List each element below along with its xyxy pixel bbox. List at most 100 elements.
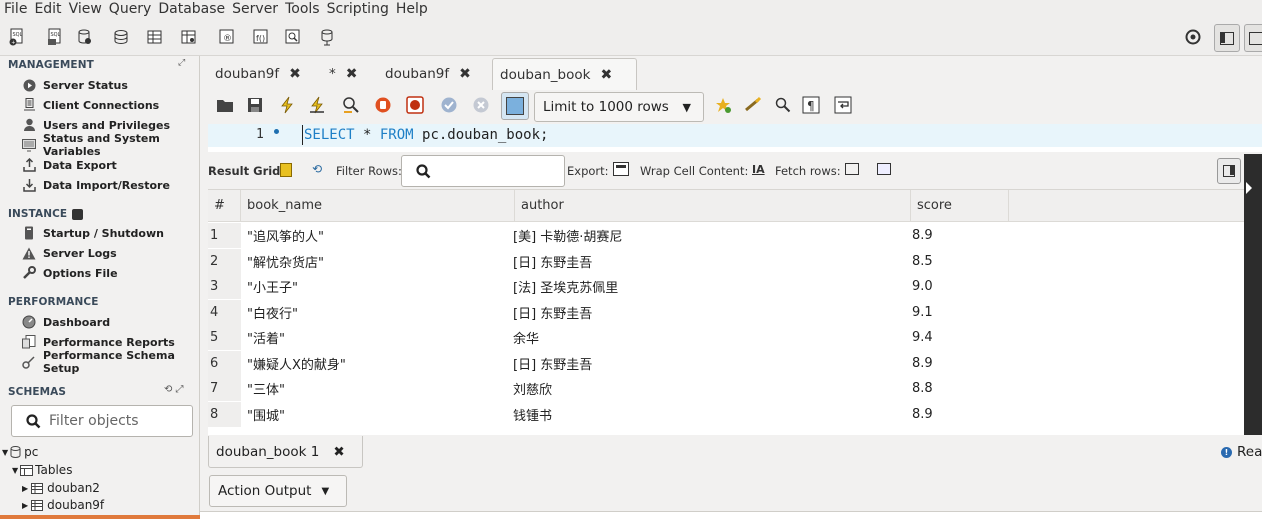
row-number[interactable]: 4	[208, 299, 241, 325]
expand-arrow-icon[interactable]: ▶	[22, 484, 28, 493]
cell-score[interactable]: 9.0	[910, 274, 1009, 299]
sidebar-item-dashboard[interactable]: Dashboard	[22, 313, 110, 331]
sidebar-item-options-file[interactable]: Options File	[22, 264, 118, 282]
cell-author[interactable]: [美] 卡勒德·胡赛尼	[511, 223, 906, 248]
toggle-sidebar-button[interactable]	[1214, 24, 1240, 52]
row-number[interactable]: 7	[208, 376, 241, 401]
row-number[interactable]: 6	[208, 350, 241, 376]
limit-rows-select[interactable]: Limit to 1000 rows ▼	[534, 92, 704, 122]
col-header-score[interactable]: score	[911, 190, 1009, 222]
col-header-author[interactable]: author	[515, 190, 911, 222]
menu-file[interactable]: File	[0, 0, 30, 19]
fetch-all-icon[interactable]	[877, 163, 891, 175]
menu-database[interactable]: Database	[154, 0, 228, 19]
new-sql-tab-icon[interactable]: SQL +	[8, 28, 26, 46]
open-folder-icon[interactable]	[216, 96, 234, 114]
tab-douban-book-1[interactable]: douban_book 1 ✖	[208, 436, 363, 468]
stop-icon[interactable]	[374, 96, 392, 114]
explain-icon[interactable]	[342, 96, 360, 114]
save-icon[interactable]	[246, 96, 264, 114]
cell-book-name[interactable]: "嫌疑人X的献身"	[245, 351, 511, 376]
cell-author[interactable]: [法] 圣埃克苏佩里	[511, 274, 906, 299]
rollback-icon[interactable]	[472, 96, 490, 114]
beautify-icon[interactable]	[744, 96, 762, 114]
row-number[interactable]: 5	[208, 325, 241, 350]
menu-scripting[interactable]: Scripting	[323, 0, 392, 19]
fetch-next-icon[interactable]	[845, 163, 859, 175]
cell-score[interactable]: 8.8	[910, 376, 1009, 401]
cell-book-name[interactable]: "追风筝的人"	[245, 223, 511, 248]
cell-author[interactable]: [日] 东野圭吾	[511, 300, 906, 325]
cell-author[interactable]: [日] 东野圭吾	[511, 351, 906, 376]
commit-icon[interactable]	[440, 96, 458, 114]
cell-author[interactable]: 余华	[511, 325, 906, 350]
reconnect-icon[interactable]	[318, 28, 336, 46]
cell-author[interactable]: [日] 东野圭吾	[511, 249, 906, 274]
cell-score[interactable]: 8.5	[910, 249, 1009, 274]
sql-editor[interactable]: 1 SELECT * FROM pc.douban_book;	[208, 124, 1262, 152]
close-icon[interactable]: ✖	[346, 66, 358, 82]
sidebar-item-data-import-restore[interactable]: Data Import/Restore	[22, 176, 170, 194]
execute-current-icon[interactable]	[308, 96, 326, 114]
menu-query[interactable]: Query	[105, 0, 155, 19]
collapse-arrow-icon[interactable]: ▼	[2, 448, 8, 457]
wrap-cell-icon[interactable]: IA	[752, 163, 765, 176]
vertical-scrollbar[interactable]	[1244, 154, 1262, 435]
cell-score[interactable]: 8.9	[910, 223, 1009, 248]
add-snippet-icon[interactable]	[714, 96, 732, 114]
filter-rows-input[interactable]	[401, 155, 565, 187]
close-icon[interactable]: ✖	[333, 444, 344, 460]
sidebar-item-server-logs[interactable]: Server Logs	[22, 244, 117, 262]
tree-tables-folder[interactable]: ▼ Tables	[12, 463, 72, 477]
cell-author[interactable]: 钱锺书	[511, 402, 906, 427]
tab-douban9f-2[interactable]: douban9f ✖	[378, 58, 478, 90]
close-icon[interactable]: ✖	[459, 66, 471, 82]
cell-score[interactable]: 8.9	[910, 351, 1009, 376]
col-header-rownum[interactable]: #	[208, 190, 241, 222]
expand-icon[interactable]: ⤢	[178, 58, 185, 68]
settings-icon[interactable]	[1184, 28, 1202, 46]
sidebar-item-startup-shutdown[interactable]: Startup / Shutdown	[22, 224, 164, 242]
cell-author[interactable]: 刘慈欣	[511, 376, 906, 401]
create-view-icon[interactable]	[180, 28, 198, 46]
menu-edit[interactable]: Edit	[30, 0, 64, 19]
result-grid-label[interactable]: Result Grid	[208, 164, 280, 178]
sidebar-item-client-connections[interactable]: Client Connections	[22, 96, 159, 114]
row-number[interactable]: 3	[208, 274, 241, 299]
sidebar-item-server-status[interactable]: Server Status	[22, 76, 128, 94]
cell-book-name[interactable]: "白夜行"	[245, 300, 511, 325]
create-function-icon[interactable]: f()	[252, 28, 270, 46]
cell-book-name[interactable]: "解忧杂货店"	[245, 249, 511, 274]
create-table-icon[interactable]	[146, 28, 164, 46]
invisible-chars-icon[interactable]: ¶	[802, 96, 820, 114]
export-icon[interactable]	[613, 162, 629, 176]
sidebar-item-performance-schema-setup[interactable]: Performance Schema Setup	[22, 349, 199, 375]
create-procedure-icon[interactable]: ®	[218, 28, 236, 46]
toggle-output-button[interactable]	[1244, 24, 1262, 52]
filter-objects-input[interactable]: Filter objects	[11, 405, 193, 437]
collapse-arrow-icon[interactable]: ▼	[12, 466, 18, 475]
cell-book-name[interactable]: "小王子"	[245, 274, 511, 299]
inspector-icon[interactable]	[76, 28, 94, 46]
execute-icon[interactable]	[278, 96, 296, 114]
tab-douban9f[interactable]: douban9f ✖	[208, 58, 308, 90]
cell-book-name[interactable]: "三体"	[245, 376, 511, 401]
cell-score[interactable]: 8.9	[910, 402, 1009, 427]
cell-score[interactable]: 9.1	[910, 300, 1009, 325]
close-icon[interactable]: ✖	[289, 66, 301, 82]
cell-score[interactable]: 9.4	[910, 325, 1009, 350]
tab-unsaved[interactable]: * ✖	[322, 58, 364, 90]
toggle-result-panel-button[interactable]	[1217, 158, 1241, 184]
cell-book-name[interactable]: "围城"	[245, 402, 511, 427]
tree-schema-pc[interactable]: ▼ pc	[2, 445, 38, 459]
sidebar-item-status-and-system-variables[interactable]: Status and System Variables	[22, 132, 199, 158]
menu-view[interactable]: View	[65, 0, 105, 19]
tree-table-douban9f[interactable]: ▶ douban9f	[22, 498, 104, 512]
row-number[interactable]: 8	[208, 401, 241, 427]
expand-arrow-icon[interactable]: ▶	[22, 501, 28, 510]
row-number[interactable]: 1	[208, 223, 241, 248]
cell-book-name[interactable]: "活着"	[245, 325, 511, 350]
menu-tools[interactable]: Tools	[281, 0, 323, 19]
find-icon[interactable]	[774, 96, 792, 114]
menu-help[interactable]: Help	[392, 0, 431, 19]
